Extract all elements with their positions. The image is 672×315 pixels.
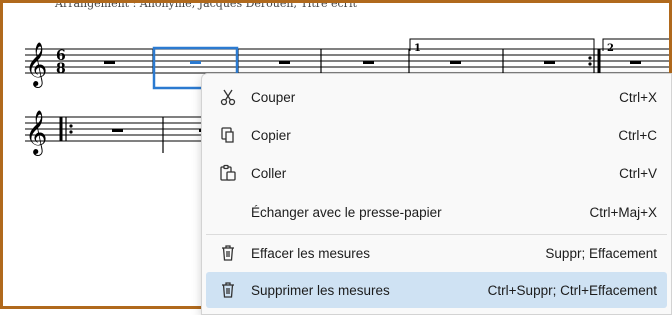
menu-item-shortcut: Ctrl+Maj+X xyxy=(589,204,657,220)
volta-2-label: 2 xyxy=(607,43,614,54)
score-credits: Arrangement : Anonyme, Jacques Derouen, … xyxy=(55,0,357,10)
menu-item-label: Copier xyxy=(251,127,291,143)
paste-icon xyxy=(220,164,236,181)
repeat-dot xyxy=(588,56,592,60)
menu-item-label: Couper xyxy=(251,89,296,105)
menu-item-paste[interactable]: Coller Ctrl+V xyxy=(206,155,667,191)
volta-1-label: 1 xyxy=(414,43,421,54)
menu-item-label: Effacer les mesures xyxy=(251,245,371,261)
menu-item-label: Coller xyxy=(251,165,287,181)
repeat-dot xyxy=(69,130,73,134)
rest xyxy=(112,129,123,132)
treble-clef-icon: 𝄞 xyxy=(25,110,47,156)
menu-item-clear-measures[interactable]: Effacer les mesures Suppr; Effacement xyxy=(206,235,667,271)
menu-item-delete-measures[interactable]: Supprimer les mesures Ctrl+Suppr; Ctrl+E… xyxy=(206,272,667,308)
trash-icon xyxy=(222,282,234,298)
menu-item-shortcut: Ctrl+X xyxy=(619,89,657,105)
time-signature-bottom: 8 xyxy=(56,61,66,77)
menu-item-shortcut: Ctrl+V xyxy=(619,165,657,181)
context-menu: Couper Ctrl+X Copier Ctrl+C Coller Ctrl+… xyxy=(201,73,672,315)
menu-item-shortcut: Ctrl+C xyxy=(618,127,657,143)
repeat-dot xyxy=(588,62,592,66)
copy-icon xyxy=(221,127,234,143)
scissors-icon xyxy=(220,89,236,106)
menu-item-cut[interactable]: Couper Ctrl+X xyxy=(206,79,667,115)
menu-item-copy[interactable]: Copier Ctrl+C xyxy=(206,117,667,153)
menu-item-swap-clipboard[interactable]: Échanger avec le presse-papier Ctrl+Maj+… xyxy=(206,194,667,230)
menu-item-shortcut: Suppr; Effacement xyxy=(545,245,657,261)
menu-item-label: Supprimer les mesures xyxy=(251,282,390,298)
repeat-dot xyxy=(69,124,73,128)
treble-clef-icon: 𝄞 xyxy=(25,42,47,88)
staff-1 xyxy=(25,48,669,74)
staff-2 xyxy=(25,116,223,142)
menu-item-label: Échanger avec le presse-papier xyxy=(251,204,442,220)
trash-icon xyxy=(222,245,234,261)
selected-rest xyxy=(190,61,201,64)
menu-item-shortcut: Ctrl+Suppr; Ctrl+Effacement xyxy=(487,282,657,298)
